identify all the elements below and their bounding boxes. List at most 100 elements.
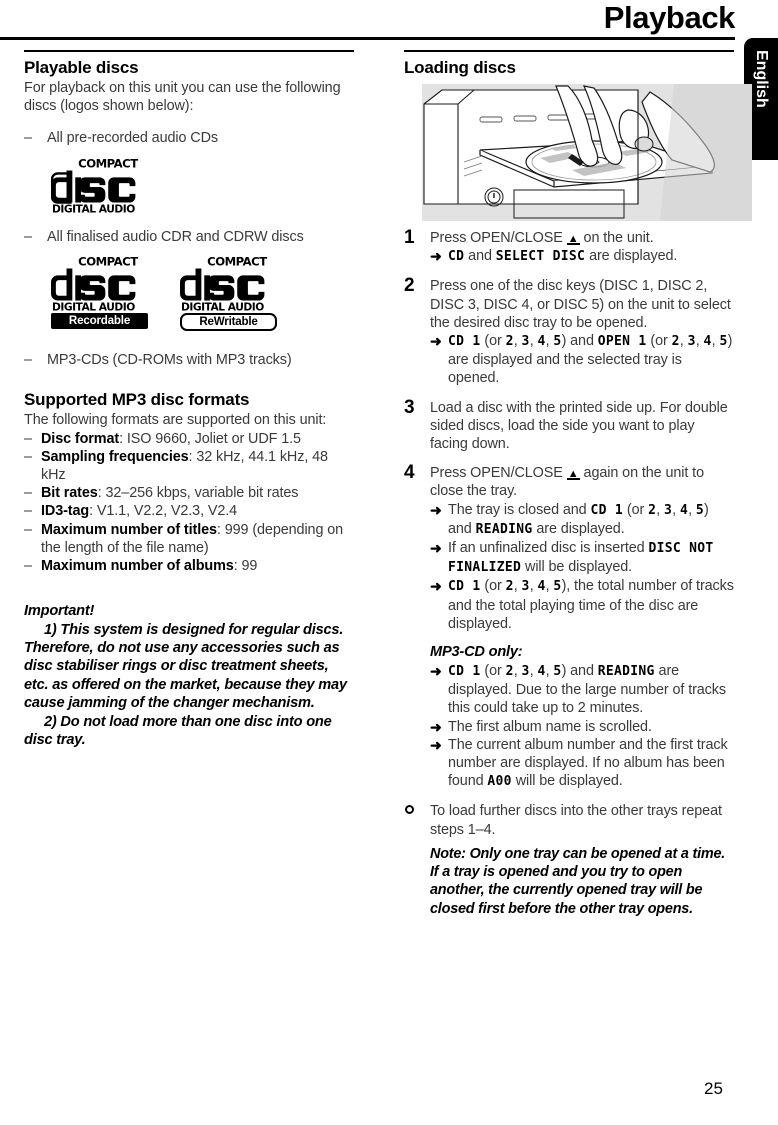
display-text: 4 [537,579,546,595]
important-heading: Important! [24,603,95,620]
step-instruction: Load a disc with the printed side up. Fo… [430,399,728,453]
dash-bullet: – [24,503,32,520]
arrow-icon: ➜ [430,663,442,680]
step-number: 1 [404,227,415,248]
svg-text:DIGITAL AUDIO: DIGITAL AUDIO [181,301,264,312]
important-item-1: 1) This system is designed for regular d… [24,621,347,712]
plain-text: will be displayed. [521,559,633,576]
format-item-sampling-frequencies: – Sampling frequencies: 32 kHz, 44.1 kHz… [24,448,354,484]
format-value: : V1.1, V2.2, V2.3, V2.4 [89,503,238,520]
eject-icon: ▲ [566,233,580,245]
format-value: : ISO 9660, Joliet or UDF 1.5 [119,430,301,447]
compact-disc-digital-audio-icon: COMPACT DIGITAL AUDIO [51,156,148,214]
step-result: ➜ CD and SELECT DISC are displayed. [430,247,734,266]
display-text: CD [448,249,465,265]
mp3-result: ➜ The first album name is scrolled. [430,718,734,736]
format-label: Bit rates [41,485,98,502]
list-item-label: All finalised audio CDR and CDRW discs [47,228,304,245]
display-text: 3 [521,579,530,595]
plain-text: (or [480,578,506,595]
display-text: SELECT DISC [495,249,586,265]
format-label: Maximum number of albums [41,558,234,575]
display-text: 4 [537,664,546,680]
svg-text:DIGITAL AUDIO: DIGITAL AUDIO [52,301,135,312]
dash-bullet: – [24,558,32,575]
plain-text: , [672,501,680,518]
display-text: OPEN 1 [597,334,647,350]
heading-supported-mp3-formats: Supported MP3 disc formats [24,390,250,410]
svg-text:COMPACT: COMPACT [78,255,138,269]
display-text: CD 1 [590,502,623,518]
step-result: ➜ The tray is closed and CD 1 (or 2, 3, … [430,501,734,539]
plain-text: , [679,333,688,350]
supported-formats-intro: The following formats are supported on t… [24,412,327,429]
mp3-result: ➜ CD 1 (or 2, 3, 4, 5) and READING are d… [430,662,734,718]
plain-text: (or [623,501,649,518]
circle-bullet-icon [405,805,414,815]
format-label: Sampling frequencies [41,448,189,465]
section-divider-loading-discs [404,50,734,52]
mp3-result: ➜ The current album number and the first… [430,736,734,792]
display-text: 5 [553,579,562,595]
plain-text: are displayed. [532,520,625,537]
format-label: ID3-tag [41,503,90,520]
language-tab-label: English [753,50,770,108]
dash-bullet: – [24,430,32,447]
step-number: 3 [404,396,415,418]
display-text: 4 [703,334,712,350]
compact-disc-recordable-icon: COMPACT DIGITAL AUDIO Recordable [51,254,148,331]
step-result: ➜ CD 1 (or 2, 3, 4, 5) and OPEN 1 (or 2,… [430,332,734,388]
display-text: 2 [648,502,657,518]
plain-text: (or [480,663,506,680]
plain-text: The first album name is scrolled. [448,718,652,735]
format-label: Maximum number of titles [41,521,217,538]
display-text: 3 [664,502,673,518]
display-text: CD 1 [448,579,481,595]
logo-tag-recordable: Recordable [51,313,148,330]
list-item-label: MP3-CDs (CD-ROMs with MP3 tracks) [47,352,292,369]
format-item-max-albums: – Maximum number of albums: 99 [24,557,354,575]
illustration-loading-disc [422,84,752,221]
step-2: 2 Press one of the disc keys (DISC 1, DI… [404,275,734,388]
format-value: : 32–256 kbps, variable bit rates [97,485,299,502]
plain-text: (or [480,333,506,350]
plain-text: will be displayed. [511,773,623,790]
right-column: Loading discs 1 Press OPEN/CLOSE ▲ on th… [404,50,752,929]
step-result: ➜ If an unfinalized disc is inserted DIS… [430,539,734,577]
logo-row-cd: COMPACT DIGITAL AUDIO [51,156,354,214]
dash-bullet: – [24,228,32,245]
eject-icon: ▲ [566,468,580,481]
arrow-icon: ➜ [430,540,442,557]
format-value: : 99 [233,558,258,575]
display-text: 5 [553,664,562,680]
display-text: 5 [553,334,562,350]
display-text: 4 [679,502,689,518]
mp3-cd-only-block: MP3-CD only: ➜ CD 1 (or 2, 3, 4, 5) and … [404,644,734,791]
plain-text: , [513,578,522,595]
repeat-instruction: To load further discs into the other tra… [430,803,722,838]
step-number: 4 [404,462,415,484]
plain-text: and [464,248,496,265]
arrow-icon: ➜ [430,578,442,595]
list-item-audio-cds: – All pre-recorded audio CDs [24,129,354,147]
dash-bullet: – [24,130,32,147]
plain-text: The tray is closed and [448,501,591,518]
step-3: 3 Load a disc with the printed side up. … [404,396,734,454]
logo-tag-rewritable: ReWritable [180,313,277,332]
display-text: 3 [521,664,530,680]
dash-bullet: – [24,352,32,369]
step-1: 1 Press OPEN/CLOSE ▲ on the unit. ➜ CD a… [404,227,734,266]
plain-text: , [513,663,522,680]
tray-note: Note: Only one tray can be opened at a t… [430,845,726,917]
display-text: 2 [505,664,514,680]
plain-text: , [656,501,665,518]
step-number: 2 [404,275,415,297]
arrow-icon: ➜ [430,501,442,518]
arrow-icon: ➜ [430,248,442,265]
important-item-2: 2) Do not load more than one disc into o… [24,713,332,749]
step-repeat: To load further discs into the other tra… [404,802,734,917]
plain-text: ) and [561,333,598,350]
display-text: 2 [505,579,514,595]
format-item-bit-rates: – Bit rates: 32–256 kbps, variable bit r… [24,484,354,502]
plain-text: , [695,333,704,350]
